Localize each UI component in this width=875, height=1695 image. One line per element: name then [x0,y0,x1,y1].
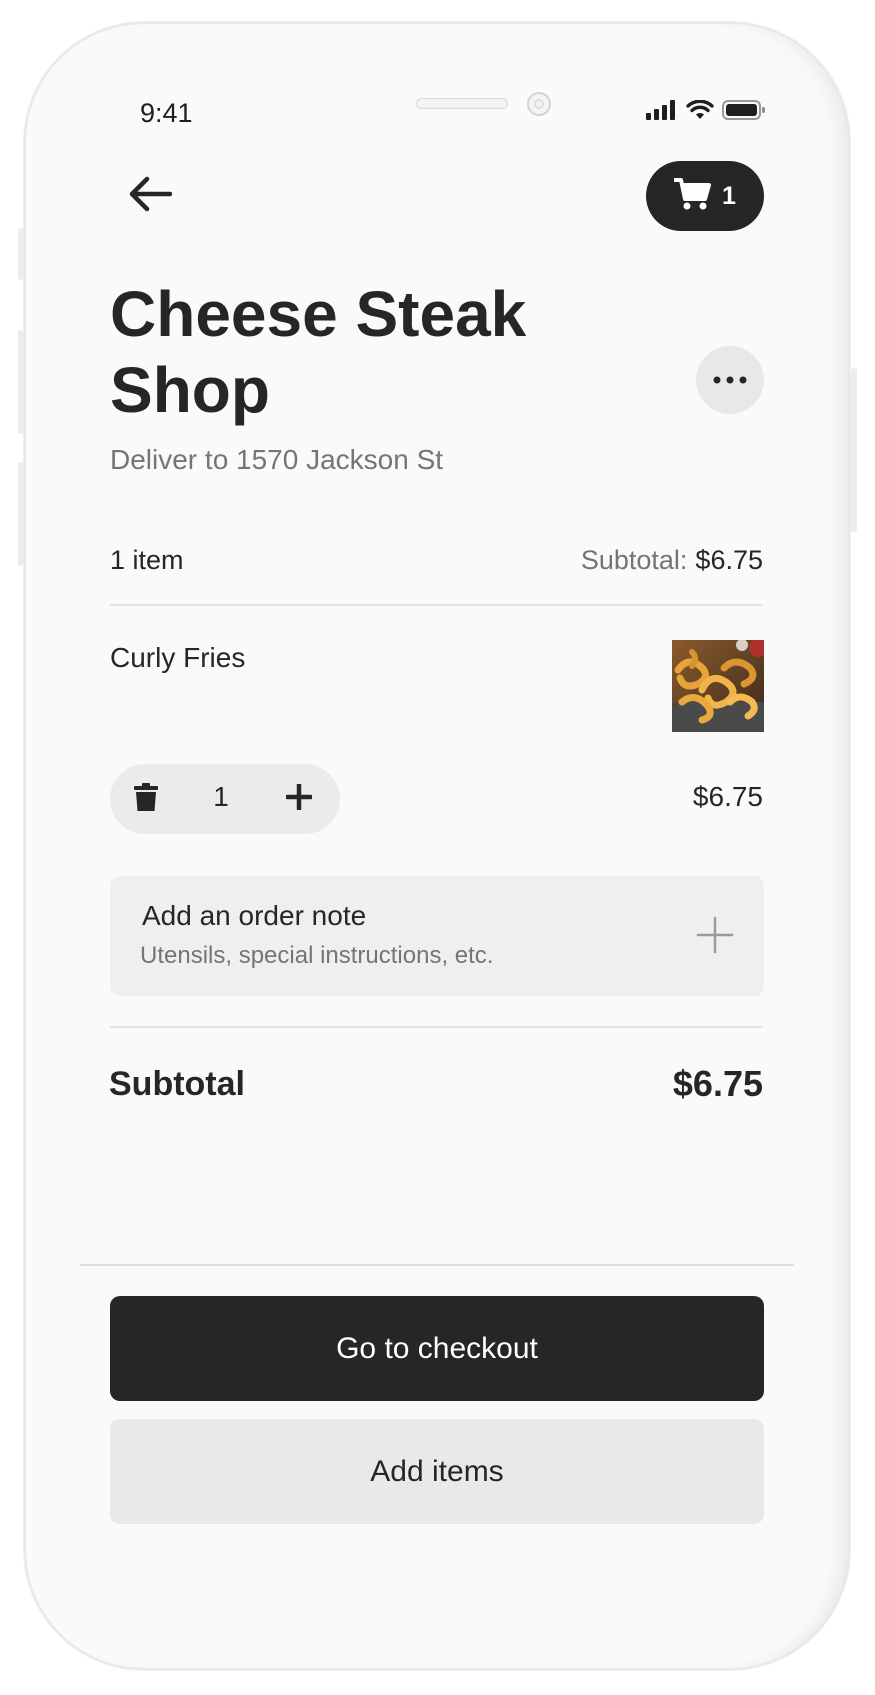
trash-icon [134,782,158,816]
wifi-icon [686,99,714,125]
remove-item-button[interactable] [132,782,160,816]
cart-count-badge: 1 [722,181,736,210]
footer-divider [80,1264,794,1266]
cart-button[interactable]: 1 [646,161,764,231]
more-options-button[interactable] [696,346,764,414]
summary-subtotal-label: Subtotal: [580,545,688,575]
order-note-subtitle: Utensils, special instructions, etc. [140,942,494,969]
quantity-value: 1 [213,781,229,812]
arrow-left-icon [128,176,173,217]
store-title: Cheese Steak Shop [110,278,527,426]
summary-subtotal: Subtotal: $6.75 [581,545,763,576]
volume-up-button [18,330,24,434]
volume-down-button [18,462,24,566]
battery-icon [722,100,766,125]
divider [110,1026,763,1028]
order-note-button[interactable]: Add an order note Utensils, special inst… [110,876,764,996]
divider [110,604,763,606]
delivery-address: Deliver to 1570 Jackson St [110,444,444,475]
speaker-grille [416,98,508,109]
cart-item-image [672,640,764,732]
plus-icon [696,916,734,954]
cellular-signal-icon [646,100,678,125]
front-camera [527,92,551,116]
power-button [851,368,857,532]
status-icons [646,99,766,125]
checkout-button[interactable]: Go to checkout [110,1296,764,1401]
summary-subtotal-value: $6.75 [695,545,763,575]
mute-switch [18,228,24,280]
back-button[interactable] [124,170,176,222]
cart-item-price: $6.75 [692,781,763,812]
plus-icon [284,782,314,815]
cart-icon [673,177,712,216]
item-count: 1 item [110,545,184,575]
order-note-title: Add an order note [142,900,367,931]
quantity-stepper: 1 [110,764,340,834]
subtotal-label: Subtotal [109,1065,245,1103]
subtotal-value: $6.75 [672,1063,763,1104]
add-items-button[interactable]: Add items [110,1419,764,1524]
cart-item-name: Curly Fries [110,642,246,673]
status-time: 9:41 [140,98,193,128]
more-horizontal-icon [713,371,747,389]
increment-quantity-button[interactable] [284,782,314,815]
